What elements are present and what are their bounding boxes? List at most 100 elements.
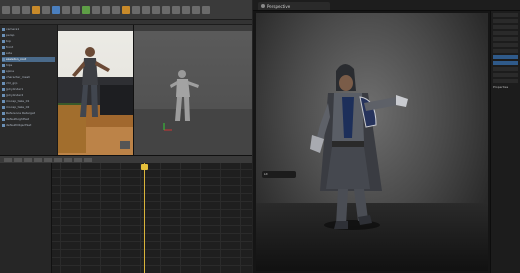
outliner-item[interactable]: spine <box>2 69 55 74</box>
outliner-item[interactable]: side <box>2 51 55 56</box>
outliner-item[interactable]: ctrl_grp <box>2 81 55 86</box>
outliner-item[interactable]: persp <box>2 33 55 38</box>
select-tool-icon[interactable] <box>32 5 40 14</box>
node-type-icon <box>2 118 5 121</box>
outliner-item[interactable]: skeleton_root <box>2 57 55 62</box>
time-cursor[interactable] <box>144 163 145 273</box>
node-type-icon <box>2 58 5 61</box>
details-row-selected[interactable] <box>493 61 518 65</box>
shaded-icon[interactable] <box>192 5 200 14</box>
details-row[interactable] <box>493 79 518 83</box>
node-type-icon <box>2 112 5 115</box>
snap-point-icon[interactable] <box>102 5 110 14</box>
outliner-item-label: skeleton_root <box>6 57 27 61</box>
render-settings-icon[interactable] <box>132 5 140 14</box>
outliner-item[interactable]: top <box>2 39 55 44</box>
details-row[interactable] <box>493 19 518 23</box>
snap-grid-icon[interactable] <box>82 5 90 14</box>
details-row[interactable] <box>493 67 518 71</box>
graph-menu-edit[interactable] <box>4 157 12 162</box>
file-open-icon[interactable] <box>12 5 20 14</box>
node-type-icon <box>2 64 5 67</box>
outliner-list: camera1 persp top front side skeleton_roothip… <box>2 27 55 128</box>
graph-menu-list[interactable] <box>64 157 72 162</box>
unreal-viewport[interactable]: Lit <box>256 13 488 271</box>
node-type-icon <box>2 46 5 49</box>
outliner-item[interactable]: camera1 <box>2 27 55 32</box>
graph-menu-help[interactable] <box>84 157 92 162</box>
scale-tool-icon[interactable] <box>72 5 80 14</box>
outliner-item-label: camera1 <box>6 27 20 31</box>
node-type-icon <box>2 34 5 37</box>
lights-icon[interactable] <box>162 5 170 14</box>
viewport-options-icon[interactable] <box>261 4 265 8</box>
hypershade-icon[interactable] <box>142 5 150 14</box>
outliner-item-label: persp <box>6 33 15 37</box>
snap-curve-icon[interactable] <box>92 5 100 14</box>
outliner-item-label: |pCylinder1 <box>6 87 24 91</box>
viewport-tab[interactable]: Perspective <box>258 2 330 10</box>
details-row[interactable] <box>493 13 518 17</box>
move-tool-icon[interactable] <box>52 5 60 14</box>
graph-menu-keys[interactable] <box>44 157 52 162</box>
details-row[interactable] <box>493 49 518 53</box>
node-type-icon <box>2 70 5 73</box>
graph-grid-col <box>80 163 81 273</box>
graph-menu-tangents[interactable] <box>54 157 62 162</box>
file-save-icon[interactable] <box>22 5 30 14</box>
graph-editor-toolbar <box>0 155 252 163</box>
viewport-mode-button[interactable]: Lit <box>262 171 296 178</box>
outliner-item-label: top <box>6 39 11 43</box>
unreal-details-panel: Properties <box>490 11 520 273</box>
outliner-item-label: defaultLightSet <box>6 117 29 121</box>
maya-perspective-viewport[interactable] <box>134 25 252 155</box>
xray-icon[interactable] <box>172 5 180 14</box>
lasso-tool-icon[interactable] <box>42 5 50 14</box>
textured-icon[interactable] <box>202 5 210 14</box>
render-icon[interactable] <box>112 5 120 14</box>
graph-grid-col <box>220 163 221 273</box>
outliner-item[interactable]: defaultLightSet <box>2 117 55 122</box>
node-type-icon <box>2 40 5 43</box>
node-type-icon <box>2 52 5 55</box>
outliner-item-label: defaultObjectSet <box>6 123 32 127</box>
node-type-icon <box>2 100 5 103</box>
wireframe-icon[interactable] <box>182 5 190 14</box>
camera-icon[interactable] <box>152 5 160 14</box>
node-type-icon <box>2 106 5 109</box>
outliner-item-label: mocap_take_01 <box>6 99 30 103</box>
graph-menu-select[interactable] <box>24 157 32 162</box>
outliner-item[interactable]: Reference Retarget <box>2 111 55 116</box>
file-new-icon[interactable] <box>2 5 10 14</box>
outliner-item[interactable]: hips <box>2 63 55 68</box>
graph-menu-curves[interactable] <box>34 157 42 162</box>
outliner-item[interactable]: mocap_take_01 <box>2 99 55 104</box>
outliner-item[interactable]: front <box>2 45 55 50</box>
graph-channel-list[interactable] <box>0 163 52 273</box>
outliner-item-label: character_mesh <box>6 75 31 79</box>
node-type-icon <box>2 76 5 79</box>
outliner-item-label: hips <box>6 63 13 67</box>
outliner-item[interactable]: |pCylinder2 <box>2 93 55 98</box>
outliner-item[interactable]: mocap_take_02 <box>2 105 55 110</box>
graph-menu-show[interactable] <box>74 157 82 162</box>
outliner-item[interactable]: character_mesh <box>2 75 55 80</box>
outliner-item[interactable]: defaultObjectSet <box>2 123 55 128</box>
details-row[interactable] <box>493 31 518 35</box>
details-row[interactable] <box>493 37 518 41</box>
graph-grid-col <box>120 163 121 273</box>
ipr-render-icon[interactable] <box>122 5 130 14</box>
outliner-item[interactable]: |pCylinder1 <box>2 87 55 92</box>
reference-video-viewport[interactable] <box>58 25 134 155</box>
details-row[interactable] <box>493 43 518 47</box>
details-row-selected[interactable] <box>493 55 518 59</box>
graph-menu-view[interactable] <box>14 157 22 162</box>
details-row[interactable] <box>493 25 518 29</box>
node-type-icon <box>2 28 5 31</box>
graph-grid-col <box>160 163 161 273</box>
outliner-item-label: |pCylinder2 <box>6 93 24 97</box>
time-cursor-handle[interactable] <box>141 164 148 170</box>
graph-grid-col <box>200 163 201 273</box>
rotate-tool-icon[interactable] <box>62 5 70 14</box>
details-row[interactable] <box>493 73 518 77</box>
